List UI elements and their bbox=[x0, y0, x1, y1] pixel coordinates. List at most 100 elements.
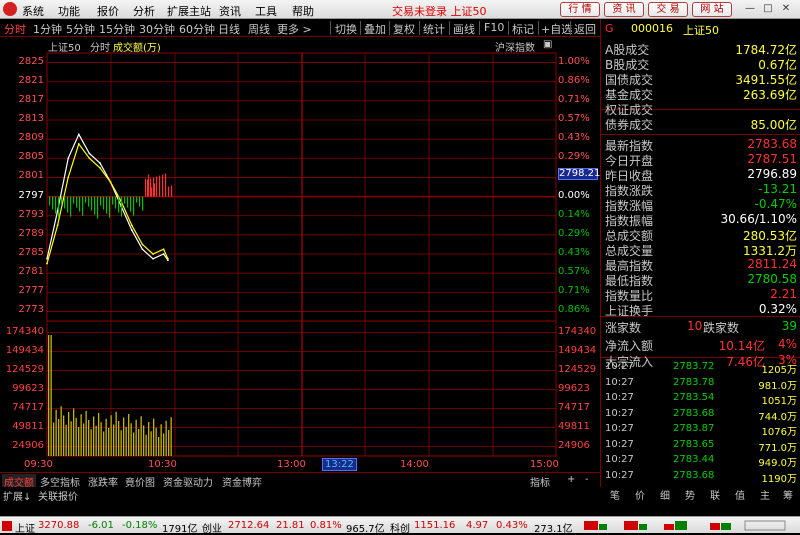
stat-row: 最低指数 2780.58 bbox=[603, 272, 799, 288]
volume-bar bbox=[58, 419, 60, 456]
cursor-time: 13:22 bbox=[322, 458, 357, 471]
tick-volume: 1205万 bbox=[761, 365, 797, 376]
price-tick-label: 2825 bbox=[18, 55, 44, 67]
volume-tick-right: 99623 bbox=[558, 382, 590, 394]
overlay-button[interactable]: 叠加 bbox=[364, 21, 386, 37]
volume-bar bbox=[108, 428, 110, 456]
news-button[interactable]: 资 讯 bbox=[604, 2, 644, 17]
series-point bbox=[88, 152, 91, 155]
series-point bbox=[67, 176, 70, 179]
time-label-1500: 15:00 bbox=[530, 459, 559, 470]
tab-more[interactable]: 更多 > bbox=[277, 21, 312, 37]
tick-row: 10:27 2783.65 771.0万 bbox=[603, 439, 799, 454]
tick-price: 2783.68 bbox=[673, 469, 715, 481]
nav-detail[interactable]: 细 bbox=[660, 487, 670, 502]
menu-system[interactable]: 系统 bbox=[22, 3, 44, 19]
tick-row: 10:27 2783.54 1051万 bbox=[603, 392, 799, 407]
draw-button[interactable]: 画线 bbox=[453, 21, 475, 37]
breadth-bar bbox=[130, 196, 132, 212]
tick-price: 2783.68 bbox=[673, 407, 715, 419]
tab-1min[interactable]: 1分钟 bbox=[33, 21, 62, 37]
stat-row-value: 0.32% bbox=[758, 302, 797, 316]
breadth-bar bbox=[139, 196, 141, 207]
back-button[interactable]: 返回 bbox=[574, 21, 596, 37]
pct-tick-label: 0.71% bbox=[558, 93, 590, 105]
chart-indicator: 成交额(万) bbox=[113, 43, 161, 54]
trade-button[interactable]: 交 易 bbox=[648, 2, 688, 17]
volume-bar bbox=[115, 411, 117, 456]
menu-help[interactable]: 帮助 bbox=[292, 3, 314, 19]
nav-trend[interactable]: 势 bbox=[685, 487, 695, 502]
quote-button[interactable]: 行 情 bbox=[560, 2, 600, 17]
close-icon[interactable]: ✕ bbox=[780, 3, 792, 15]
minimize-icon[interactable]: — bbox=[744, 3, 756, 15]
tick-row: 10:27 2783.68 1190万 bbox=[603, 470, 799, 485]
series-point bbox=[99, 166, 101, 169]
menu-analysis[interactable]: 分析 bbox=[133, 3, 155, 19]
nav-trades[interactable]: 笔 bbox=[610, 487, 620, 502]
index-selector[interactable]: 沪深指数 bbox=[495, 39, 535, 54]
stat-row: 总成交量 1331.2万 bbox=[603, 242, 799, 258]
breadth-bar bbox=[88, 196, 90, 207]
volume-bar bbox=[55, 409, 57, 456]
nav-linked[interactable]: 联 bbox=[710, 487, 720, 502]
intraday-chart[interactable]: 上证50 分时 成交额(万) 沪深指数 ▣ 2825 2821 2817 2813 28… bbox=[0, 37, 600, 472]
menu-news[interactable]: 资讯 bbox=[219, 3, 241, 19]
tab-30min[interactable]: 30分钟 bbox=[139, 21, 175, 37]
tab-60min[interactable]: 60分钟 bbox=[179, 21, 215, 37]
tick-volume: 1076万 bbox=[761, 427, 797, 438]
tab-daily[interactable]: 日线 bbox=[218, 21, 240, 37]
mark-button[interactable]: 标记 bbox=[512, 21, 534, 37]
series-point bbox=[141, 248, 144, 251]
volume-bar bbox=[73, 408, 75, 456]
chart-symbol: 上证50 bbox=[48, 43, 81, 54]
stat-row-value: -13.21 bbox=[758, 182, 797, 196]
breadth-bar bbox=[100, 196, 102, 206]
adjust-button[interactable]: 复权 bbox=[393, 21, 415, 37]
menu-tools[interactable]: 工具 bbox=[255, 3, 277, 19]
info-panel: A股成交 1784.72亿 B股成交 0.67亿 国债成交 3491.55亿 基金成交 263… bbox=[600, 19, 800, 487]
stats-button[interactable]: 统计 bbox=[423, 21, 445, 37]
down-count: 39 bbox=[781, 319, 797, 333]
chart-menu-icon[interactable]: ▣ bbox=[543, 39, 552, 50]
current-price-marker: 2798.21 bbox=[558, 168, 601, 180]
nav-main[interactable]: 主 bbox=[760, 487, 770, 502]
zoom-in-button[interactable]: + bbox=[567, 474, 575, 485]
volume-bar bbox=[168, 430, 170, 456]
volume-tick-left: 99623 bbox=[12, 382, 44, 394]
breadth-bar bbox=[109, 196, 111, 218]
stat-row-value: 2783.68 bbox=[747, 137, 797, 151]
pct-tick-label: 0.71% bbox=[558, 285, 590, 297]
volume-tick-left: 174340 bbox=[5, 325, 44, 337]
menu-function[interactable]: 功能 bbox=[58, 3, 80, 19]
f10-button[interactable]: F10 bbox=[484, 21, 504, 34]
switch-button[interactable]: 切换 bbox=[335, 21, 357, 37]
nav-value[interactable]: 值 bbox=[735, 487, 745, 502]
menu-quote[interactable]: 报价 bbox=[97, 3, 119, 19]
volume-bar bbox=[70, 421, 72, 456]
chart-canvas[interactable] bbox=[0, 37, 600, 472]
stat-row: 最高指数 2811.24 bbox=[603, 257, 799, 273]
tab-intraday[interactable]: 分时 bbox=[4, 21, 26, 37]
zoom-out-button[interactable]: - bbox=[585, 474, 589, 485]
stat-row: 指数量比 2.21 bbox=[603, 287, 799, 303]
flow-pct: 4% bbox=[777, 337, 797, 351]
volume-bar bbox=[48, 335, 50, 456]
nav-price[interactable]: 价 bbox=[635, 487, 645, 502]
tab-weekly[interactable]: 周线 bbox=[248, 21, 270, 37]
stat-row: 指数振幅 30.66/1.10% bbox=[603, 212, 799, 228]
menu-ext-station[interactable]: 扩展主站 bbox=[167, 3, 211, 19]
up-count: 10 bbox=[687, 319, 703, 333]
stat-row-value: 2780.58 bbox=[747, 272, 797, 286]
add-watchlist-button[interactable]: +自选 bbox=[541, 21, 572, 37]
tab-15min[interactable]: 15分钟 bbox=[99, 21, 135, 37]
volume-bar bbox=[138, 429, 140, 456]
volume-bar bbox=[158, 437, 160, 456]
tab-5min[interactable]: 5分钟 bbox=[66, 21, 95, 37]
price-tick-label: 2801 bbox=[18, 170, 44, 182]
maximize-icon[interactable]: □ bbox=[762, 3, 774, 15]
website-button[interactable]: 网 站 bbox=[692, 2, 732, 17]
nav-chips[interactable]: 筹 bbox=[783, 487, 793, 502]
summary-row-label: 债券成交 bbox=[605, 118, 654, 132]
price-tick-label: 2785 bbox=[18, 247, 44, 258]
